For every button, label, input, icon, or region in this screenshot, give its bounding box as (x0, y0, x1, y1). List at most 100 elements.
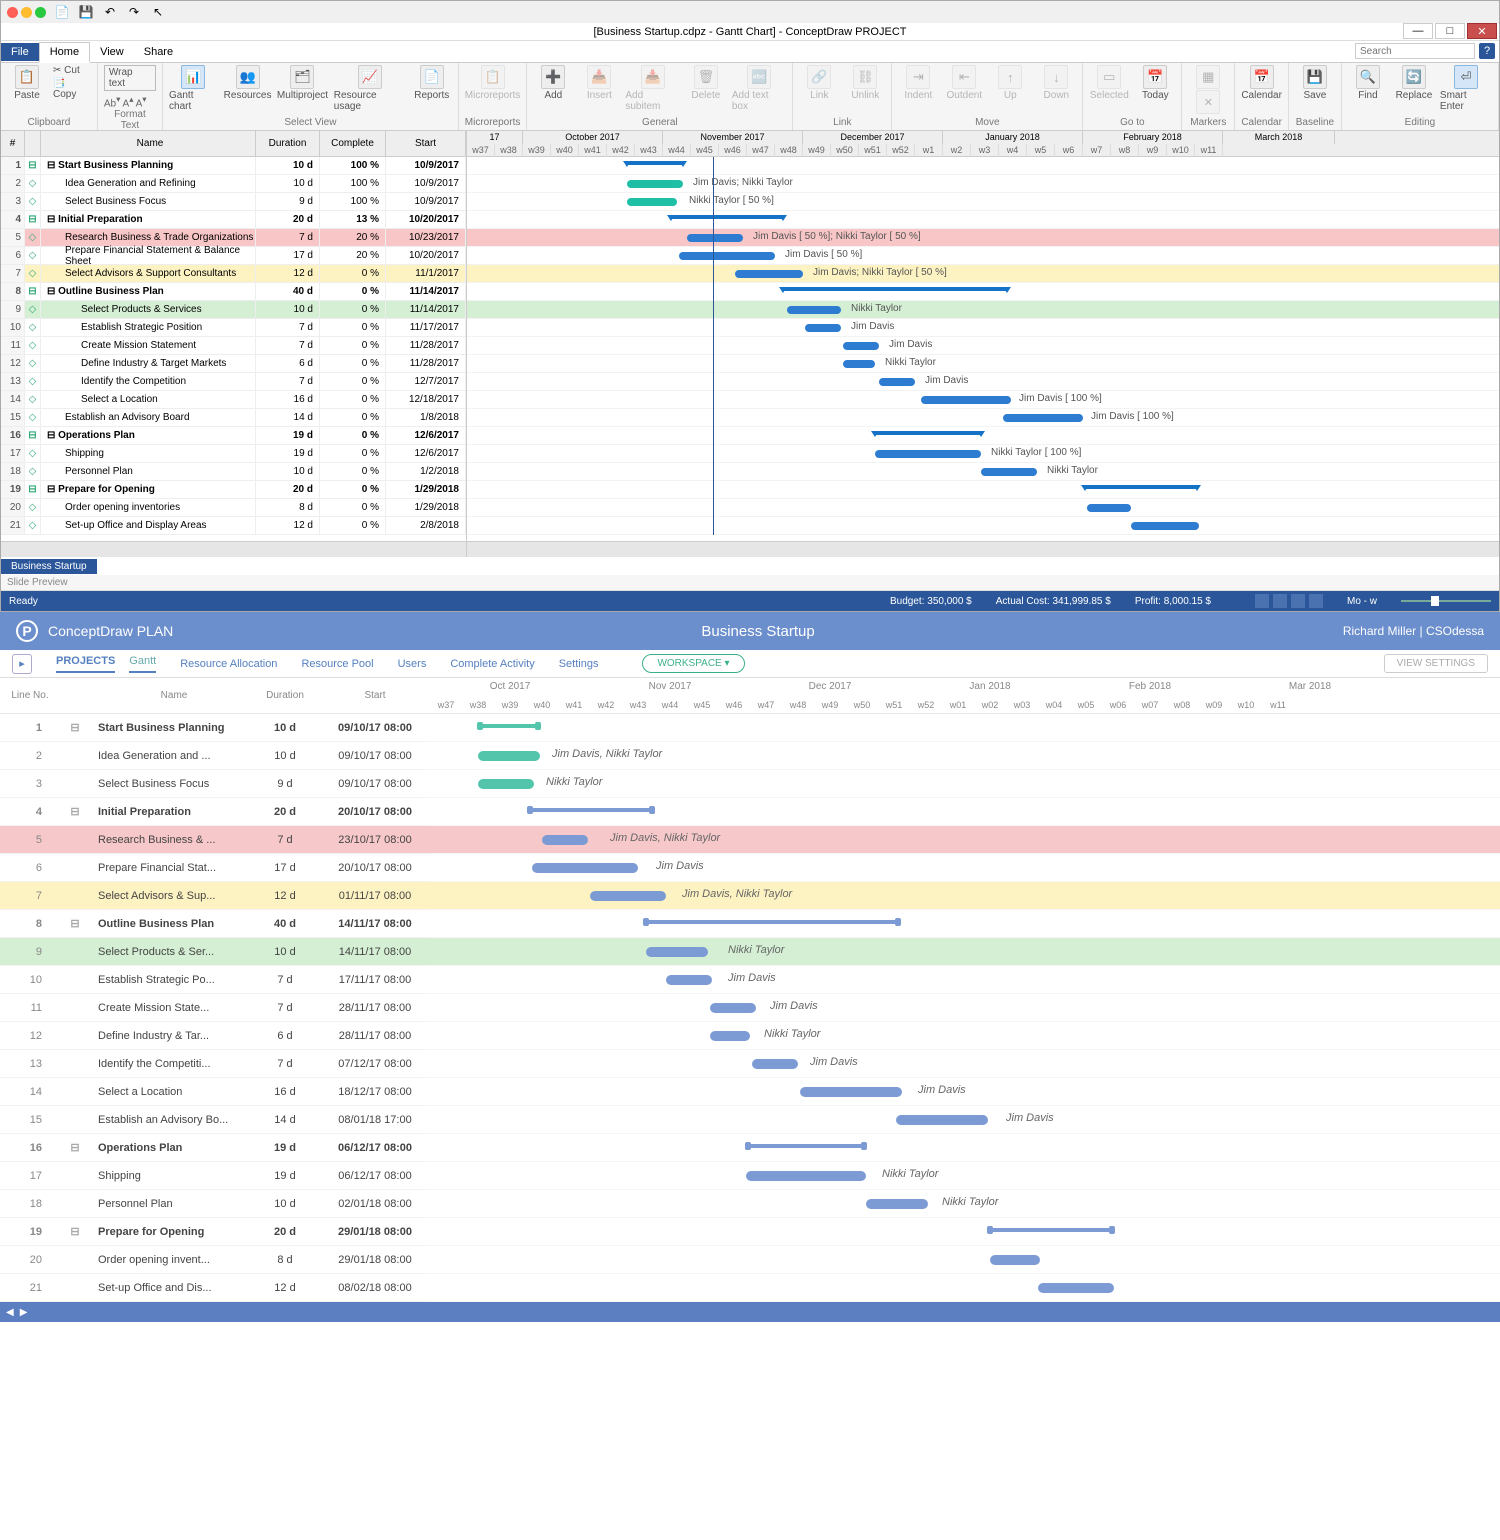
table-row[interactable]: 11◇Create Mission Statement7 d0 %11/28/2… (1, 337, 466, 355)
table-row[interactable]: 15Establish an Advisory Bo...14 d08/01/1… (0, 1106, 430, 1134)
save-button[interactable]: 💾Save (1295, 65, 1335, 101)
task-bar[interactable] (687, 234, 743, 242)
summary-bar[interactable] (671, 215, 783, 219)
task-bar[interactable] (710, 1003, 756, 1013)
table-row[interactable]: 12Define Industry & Tar...6 d28/11/17 08… (0, 1022, 430, 1050)
table-row[interactable]: 8⊟Outline Business Plan40 d14/11/17 08:0… (0, 910, 430, 938)
table-row[interactable]: 21Set-up Office and Dis...12 d08/02/18 0… (0, 1274, 430, 1302)
qat-cursor-icon[interactable]: ↖ (150, 4, 166, 20)
table-row[interactable]: 3Select Business Focus9 d09/10/17 08:00 (0, 770, 430, 798)
gantt-row[interactable] (467, 517, 1499, 535)
task-bar[interactable] (805, 324, 841, 332)
table-row[interactable]: 6Prepare Financial Stat...17 d20/10/17 0… (0, 854, 430, 882)
table-row[interactable]: 19⊟Prepare for Opening20 d29/01/18 08:00 (0, 1218, 430, 1246)
mac-maximize-icon[interactable] (35, 7, 46, 18)
table-row[interactable]: 4⊟⊟ Initial Preparation20 d13 %10/20/201… (1, 211, 466, 229)
close-button[interactable]: ✕ (1467, 23, 1497, 39)
gantt-row[interactable] (430, 910, 1500, 938)
task-bar[interactable] (735, 270, 803, 278)
task-bar[interactable] (990, 1255, 1040, 1265)
gantt-row[interactable]: Nikki Taylor (430, 1022, 1500, 1050)
addtext-button[interactable]: 🔤Add text box (732, 65, 786, 112)
gantt-row[interactable] (467, 499, 1499, 517)
summary-bar[interactable] (528, 808, 654, 812)
table-row[interactable]: 20Order opening invent...8 d29/01/18 08:… (0, 1246, 430, 1274)
summary-bar[interactable] (478, 724, 540, 728)
gantt-row[interactable]: Jim Davis; Nikki Taylor [ 50 %] (467, 265, 1499, 283)
markers-button[interactable]: ▦✕ (1188, 65, 1228, 114)
copy-button[interactable]: 📑 Copy (53, 78, 91, 100)
task-bar[interactable] (800, 1087, 902, 1097)
cut-button[interactable]: ✂ Cut (53, 65, 91, 76)
col-start[interactable]: Start (386, 131, 466, 156)
table-row[interactable]: 18Personnel Plan10 d02/01/18 08:00 (0, 1190, 430, 1218)
gantt-row[interactable] (467, 283, 1499, 301)
qat-undo-icon[interactable]: ↶ (102, 4, 118, 20)
gantt-row[interactable] (467, 481, 1499, 499)
gantt-row[interactable] (430, 798, 1500, 826)
gantt-row[interactable]: Jim Davis [ 100 %] (467, 391, 1499, 409)
col-line[interactable]: Line No. (0, 690, 60, 701)
task-bar[interactable] (843, 342, 879, 350)
table-row[interactable]: 14◇Select a Location16 d0 %12/18/2017 (1, 391, 466, 409)
gantt-row[interactable] (467, 157, 1499, 175)
resource-usage-button[interactable]: 📈Resource usage (334, 65, 406, 112)
col-duration[interactable]: Duration (250, 690, 320, 701)
summary-bar[interactable] (644, 920, 900, 924)
gantt-row[interactable]: Jim Davis (467, 319, 1499, 337)
task-bar[interactable] (981, 468, 1037, 476)
resources-button[interactable]: 👥Resources (224, 65, 271, 101)
task-bar[interactable] (666, 975, 712, 985)
gantt-row[interactable] (430, 1218, 1500, 1246)
task-bar[interactable] (921, 396, 1011, 404)
table-row[interactable]: 6◇Prepare Financial Statement & Balance … (1, 247, 466, 265)
task-bar[interactable] (590, 891, 666, 901)
gantt-row[interactable]: Nikki Taylor [ 50 %] (467, 193, 1499, 211)
task-bar[interactable] (746, 1171, 866, 1181)
table-row[interactable]: 1⊟Start Business Planning10 d09/10/17 08… (0, 714, 430, 742)
table-row[interactable]: 7Select Advisors & Sup...12 d01/11/17 08… (0, 882, 430, 910)
table-row[interactable]: 13Identify the Competiti...7 d07/12/17 0… (0, 1050, 430, 1078)
down-button[interactable]: ↓Down (1036, 65, 1076, 101)
gantt-row[interactable]: Nikki Taylor (467, 463, 1499, 481)
gantt-row[interactable] (430, 1246, 1500, 1274)
task-bar[interactable] (679, 252, 775, 260)
help-button[interactable]: ? (1479, 43, 1495, 59)
table-row[interactable]: 8⊟⊟ Outline Business Plan40 d0 %11/14/20… (1, 283, 466, 301)
gantt-row[interactable]: Jim Davis (430, 1106, 1500, 1134)
gantt-row[interactable] (430, 1134, 1500, 1162)
table-row[interactable]: 16⊟Operations Plan19 d06/12/17 08:00 (0, 1134, 430, 1162)
gantt-row[interactable]: Nikki Taylor (467, 301, 1499, 319)
tab-share[interactable]: Share (134, 43, 183, 61)
gantt-row[interactable]: Nikki Taylor (467, 355, 1499, 373)
table-row[interactable]: 17◇Shipping19 d0 %12/6/2017 (1, 445, 466, 463)
task-bar[interactable] (875, 450, 981, 458)
table-row[interactable]: 14Select a Location16 d18/12/17 08:00 (0, 1078, 430, 1106)
tab-resource-allocation[interactable]: Resource Allocation (180, 658, 277, 670)
gantt-row[interactable]: Nikki Taylor (430, 938, 1500, 966)
task-bar[interactable] (478, 751, 540, 761)
table-row[interactable]: 1⊟⊟ Start Business Planning10 d100 %10/9… (1, 157, 466, 175)
gantt-row[interactable]: Jim Davis (430, 1078, 1500, 1106)
table-row[interactable]: 10◇Establish Strategic Position7 d0 %11/… (1, 319, 466, 337)
task-bar[interactable] (646, 947, 708, 957)
selected-button[interactable]: ▭Selected (1089, 65, 1129, 101)
indent-button[interactable]: ⇥Indent (898, 65, 938, 101)
tab-complete-activity[interactable]: Complete Activity (450, 658, 534, 670)
col-name[interactable]: Name (41, 131, 256, 156)
workspace-dropdown[interactable]: WORKSPACE ▾ (642, 654, 744, 673)
gantt-row[interactable]: Nikki Taylor (430, 770, 1500, 798)
mac-minimize-icon[interactable] (21, 7, 32, 18)
user-label[interactable]: Richard Miller | CSOdessa (1343, 624, 1484, 638)
task-bar[interactable] (843, 360, 875, 368)
table-row[interactable]: 18◇Personnel Plan10 d0 %1/2/2018 (1, 463, 466, 481)
add-button[interactable]: ➕Add (533, 65, 573, 101)
gantt-row[interactable]: Jim Davis [ 100 %] (467, 409, 1499, 427)
link-button[interactable]: 🔗Link (799, 65, 839, 101)
table-row[interactable]: 10Establish Strategic Po...7 d17/11/17 0… (0, 966, 430, 994)
table-row[interactable]: 9Select Products & Ser...10 d14/11/17 08… (0, 938, 430, 966)
summary-bar[interactable] (988, 1228, 1114, 1232)
table-row[interactable]: 17Shipping19 d06/12/17 08:00 (0, 1162, 430, 1190)
table-row[interactable]: 21◇Set-up Office and Display Areas12 d0 … (1, 517, 466, 535)
gantt-row[interactable]: Jim Davis, Nikki Taylor (430, 882, 1500, 910)
